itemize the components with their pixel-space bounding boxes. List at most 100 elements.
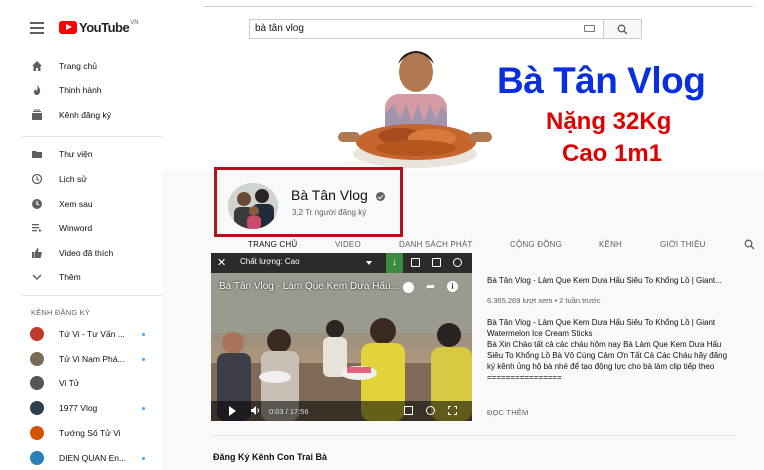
quality-label[interactable]: Chất lượng: Cao (240, 257, 300, 266)
sidebar-item-label: Kênh đăng ký (59, 110, 111, 120)
subscriptions-heading: KÊNH ĐĂNG KÝ (31, 308, 91, 317)
thumbs-up-icon (32, 248, 42, 258)
chevron-down-icon (32, 274, 42, 280)
subtitles-icon[interactable] (404, 406, 413, 415)
clock-icon (32, 199, 42, 209)
video-frame-image (211, 273, 472, 421)
home-icon (32, 61, 42, 71)
highlight-box (214, 167, 403, 237)
search-input[interactable]: bà tân vlog (249, 19, 604, 39)
new-content-dot (142, 358, 145, 361)
video-meta: 6.365.269 lượt xem • 2 tuần trước (487, 296, 601, 305)
banner-woman-image (338, 51, 492, 168)
logo-region: VN (130, 19, 139, 26)
picture-in-picture-icon[interactable] (432, 258, 441, 267)
flame-icon (34, 85, 41, 95)
fullscreen-icon[interactable] (448, 406, 457, 415)
new-content-dot (142, 333, 145, 336)
subscription-avatar (30, 352, 44, 366)
subscription-avatar (30, 327, 44, 341)
subscription-label: Tử Vi Nam Phá... (59, 354, 125, 364)
folder-icon (32, 151, 42, 158)
channel-tab-4[interactable]: CỘNG ĐỒNG (510, 240, 562, 249)
subscription-label: Tướng Số Tử Vi (59, 428, 121, 438)
video-time: 0:03 / 17:56 (269, 407, 309, 416)
subscription-avatar (30, 451, 44, 465)
subscription-item[interactable]: Vi Tử (0, 371, 162, 395)
youtube-play-icon (59, 21, 77, 34)
share-icon[interactable]: ➦ (426, 280, 435, 293)
sidebar-item-7[interactable]: Winword (0, 216, 162, 240)
volume-icon[interactable] (251, 406, 260, 415)
sidebar-divider (22, 295, 162, 296)
close-icon[interactable]: ✕ (217, 256, 226, 269)
player-top-bar: ✕ Chất lượng: Cao ↓ (211, 253, 472, 273)
subscription-item[interactable]: DIEN QUAN En... (0, 446, 162, 470)
download-icon[interactable]: ↓ (386, 253, 403, 273)
watch-later-icon[interactable] (403, 282, 414, 293)
sidebar-item-label: Thịnh hành (59, 85, 102, 95)
sidebar-item-label: Video đã thích (59, 248, 114, 258)
sidebar-item-label: Thêm (59, 272, 81, 282)
popout-icon[interactable] (411, 258, 420, 267)
subscription-item[interactable]: 1977 Vlog (0, 396, 162, 420)
content-divider (211, 435, 736, 436)
sidebar-item-2[interactable]: Thịnh hành (0, 78, 162, 102)
player-controls: 0:03 / 17:56 (211, 401, 472, 421)
sidebar-item-8[interactable]: Video đã thích (0, 241, 162, 265)
banner-weight: Nặng 32Kg (546, 108, 672, 135)
sidebar-item-3[interactable]: Kênh đăng ký (0, 103, 162, 127)
section-title: Đăng Ký Kênh Con Trai Bà (213, 452, 328, 462)
sidebar-item-label: Winword (59, 223, 93, 233)
player-overlay-title: Bà Tân Vlog - Làm Que Kem Dưa Hấu... (219, 281, 399, 292)
channel-search-icon[interactable] (744, 239, 755, 250)
new-content-dot (142, 457, 145, 460)
youtube-logo[interactable]: YouTube VN (59, 20, 139, 35)
hamburger-menu-icon[interactable] (30, 22, 44, 34)
sidebar-item-label: Lịch sử (59, 174, 87, 184)
logo-text: YouTube (79, 20, 130, 35)
sidebar-item-9[interactable]: Thêm (0, 265, 162, 289)
channel-tab-2[interactable]: VIDEO (335, 240, 361, 249)
playlist-icon (32, 224, 42, 232)
top-divider (203, 6, 753, 7)
video-description: Bà Tân Vlog - Làm Que Kem Dưa Hấu Siêu T… (487, 318, 728, 382)
info-icon[interactable]: i (447, 281, 458, 292)
search-button[interactable] (604, 19, 642, 39)
banner-height: Cao 1m1 (562, 140, 663, 167)
subscription-avatar (30, 401, 44, 415)
sidebar-item-1[interactable]: Trang chủ (0, 54, 162, 78)
new-content-dot (142, 407, 145, 410)
sidebar-item-5[interactable]: Lịch sử (0, 167, 162, 191)
sidebar-item-label: Thư viện (59, 149, 93, 159)
sidebar-item-4[interactable]: Thư viện (0, 142, 162, 166)
channel-tab-6[interactable]: GIỚI THIỆU (660, 240, 706, 249)
subscription-avatar (30, 426, 44, 440)
channel-tab-1[interactable]: TRANG CHỦ (248, 240, 297, 249)
search-icon (617, 24, 628, 35)
sidebar-item-label: Trang chủ (59, 61, 97, 71)
settings-icon[interactable] (426, 406, 435, 415)
video-title[interactable]: Bà Tân Vlog - Làm Que Kem Dưa Hấu Siêu T… (487, 276, 722, 285)
sidebar-item-6[interactable]: Xem sau (0, 192, 162, 216)
banner-title: Bà Tân Vlog (497, 60, 706, 101)
subscription-avatar (30, 376, 44, 390)
chevron-down-icon[interactable] (366, 261, 372, 265)
subscription-item[interactable]: Tướng Số Tử Vi (0, 421, 162, 445)
sidebar-item-label: Xem sau (59, 199, 93, 209)
subscription-item[interactable]: Tứ Vi - Tư Vấn ... (0, 322, 162, 346)
history-icon (31, 173, 43, 185)
channel-tab-5[interactable]: KÊNH (599, 240, 622, 249)
read-more-link[interactable]: ĐỌC THÊM (487, 408, 528, 417)
sidebar-divider (22, 136, 162, 137)
subscriptions-icon (32, 109, 42, 120)
subscription-item[interactable]: Tử Vi Nam Phá... (0, 347, 162, 371)
keyboard-icon[interactable] (584, 25, 595, 32)
subscription-label: 1977 Vlog (59, 403, 98, 413)
channel-tab-3[interactable]: DANH SÁCH PHÁT (399, 240, 472, 249)
subscription-label: DIEN QUAN En... (59, 453, 127, 463)
subscription-label: Tứ Vi - Tư Vấn ... (59, 329, 125, 339)
play-icon[interactable] (229, 406, 236, 416)
video-player[interactable]: Bà Tân Vlog - Làm Que Kem Dưa Hấu... ➦ i… (211, 253, 472, 421)
lightbulb-icon[interactable] (453, 258, 462, 267)
